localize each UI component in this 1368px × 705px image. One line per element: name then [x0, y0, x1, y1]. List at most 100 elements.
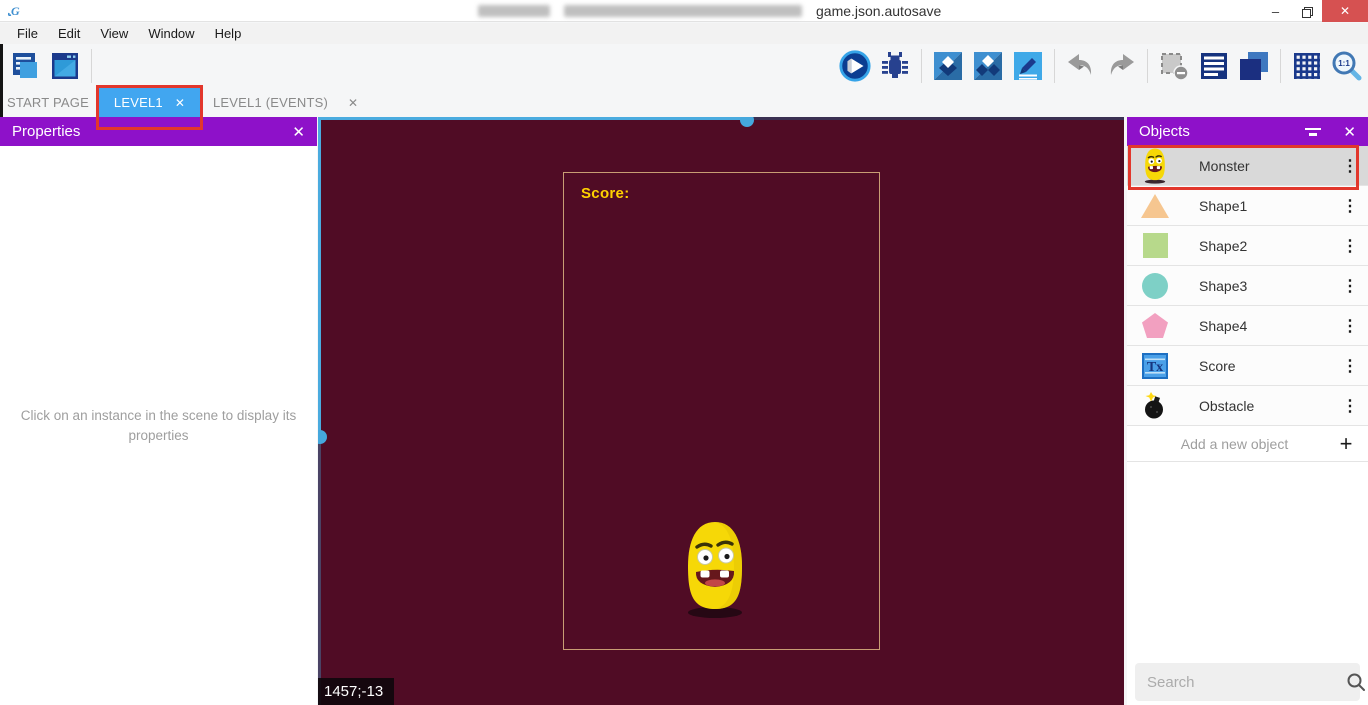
tab-level1-events[interactable]: LEVEL1 (EVENTS) ✕: [203, 88, 366, 117]
toolbar-separator: [921, 49, 922, 83]
bomb-icon: [1127, 392, 1183, 420]
tab-bar: START PAGE LEVEL1 ✕ LEVEL1 (EVENTS) ✕: [0, 88, 1368, 117]
toolbar-left: [0, 47, 95, 85]
restore-icon: [1302, 7, 1311, 16]
svg-text:1:1: 1:1: [1338, 59, 1350, 68]
redo-icon[interactable]: [1104, 47, 1138, 85]
object-name: Shape4: [1183, 318, 1332, 334]
grid-icon[interactable]: [1290, 47, 1324, 85]
object-row-shape1[interactable]: Shape1 ⋮: [1127, 186, 1368, 226]
more-options-icon[interactable]: ⋮: [1332, 156, 1368, 176]
minimize-button[interactable]: –: [1260, 0, 1291, 22]
properties-header: Properties ✕: [0, 117, 317, 146]
monster-thumbnail-icon: [1127, 148, 1183, 184]
deselect-all-icon[interactable]: [1157, 47, 1191, 85]
circle-shape-icon: [1127, 273, 1183, 299]
objects-close-icon[interactable]: ✕: [1343, 123, 1356, 141]
properties-panel: Properties ✕ Click on an instance in the…: [0, 117, 317, 705]
restore-button[interactable]: [1291, 0, 1322, 22]
more-options-icon[interactable]: ⋮: [1332, 196, 1368, 216]
pentagon-shape-icon: [1127, 312, 1183, 339]
objects-header: Objects ✕: [1127, 117, 1368, 146]
objects-title: Objects: [1139, 123, 1190, 140]
more-options-icon[interactable]: ⋮: [1332, 396, 1368, 416]
toolbar-separator: [91, 49, 92, 83]
objects-editor-icon[interactable]: [931, 47, 965, 85]
object-name: Shape3: [1183, 278, 1332, 294]
toolbar-separator: [1054, 49, 1055, 83]
add-new-object-row[interactable]: Add a new object +: [1127, 426, 1368, 462]
add-icon[interactable]: +: [1324, 431, 1368, 457]
debug-icon[interactable]: [878, 47, 912, 85]
properties-title: Properties: [12, 123, 80, 140]
text-object-icon: Tx: [1127, 353, 1183, 379]
object-name: Monster: [1183, 158, 1332, 174]
score-text-object[interactable]: Score:: [581, 185, 630, 202]
play-icon[interactable]: [838, 47, 872, 85]
search-icon[interactable]: [1346, 672, 1366, 692]
title-bar: G game.json.autosave – ✕: [0, 0, 1368, 22]
zoom-1-1-icon[interactable]: 1:1: [1330, 47, 1364, 85]
object-row-obstacle[interactable]: Obstacle ⋮: [1127, 386, 1368, 426]
window-title: game.json.autosave: [478, 0, 941, 22]
svg-text:G: G: [11, 4, 20, 18]
object-name: Obstacle: [1183, 398, 1332, 414]
tab-start-page[interactable]: START PAGE: [0, 88, 96, 117]
scrollbar-thumb[interactable]: [318, 117, 747, 120]
scene-vertical-scrollbar[interactable]: [318, 117, 321, 705]
instances-list-icon[interactable]: [1197, 47, 1231, 85]
scrollbar-handle[interactable]: [318, 430, 327, 444]
toolbar-separator: [1280, 49, 1281, 83]
menu-window[interactable]: Window: [139, 24, 203, 43]
object-name: Shape2: [1183, 238, 1332, 254]
object-row-score[interactable]: Tx Score ⋮: [1127, 346, 1368, 386]
objects-panel: Objects ✕: [1127, 117, 1368, 705]
undo-icon[interactable]: [1064, 47, 1098, 85]
objects-list: Monster ⋮ Shape1 ⋮ Shape2 ⋮ Shape3 ⋮: [1127, 146, 1368, 462]
edit-scene-properties-icon[interactable]: [1011, 47, 1045, 85]
gdevelop-window: G game.json.autosave – ✕ File Edit View …: [0, 0, 1368, 705]
object-row-shape4[interactable]: Shape4 ⋮: [1127, 306, 1368, 346]
scrollbar-handle[interactable]: [740, 117, 754, 127]
menu-help[interactable]: Help: [206, 24, 251, 43]
close-icon: ✕: [1340, 4, 1350, 18]
object-row-monster[interactable]: Monster ⋮: [1127, 146, 1368, 186]
layers-icon[interactable]: [1237, 47, 1271, 85]
properties-body: Click on an instance in the scene to dis…: [0, 146, 317, 705]
object-row-shape2[interactable]: Shape2 ⋮: [1127, 226, 1368, 266]
minimize-icon: –: [1272, 4, 1279, 19]
filter-icon[interactable]: [1305, 128, 1321, 136]
redacted-title-segment: [564, 5, 802, 17]
object-row-shape3[interactable]: Shape3 ⋮: [1127, 266, 1368, 306]
object-groups-icon[interactable]: [971, 47, 1005, 85]
scene-horizontal-scrollbar[interactable]: [318, 117, 1124, 120]
more-options-icon[interactable]: ⋮: [1332, 276, 1368, 296]
toolbar-separator: [1147, 49, 1148, 83]
redacted-title-segment: [478, 5, 550, 17]
tab-close-icon[interactable]: ✕: [348, 96, 358, 110]
tab-close-icon[interactable]: ✕: [175, 96, 185, 110]
close-button[interactable]: ✕: [1322, 0, 1368, 22]
menu-view[interactable]: View: [91, 24, 137, 43]
menu-file[interactable]: File: [8, 24, 47, 43]
add-new-object-label: Add a new object: [1127, 436, 1324, 452]
tab-level1[interactable]: LEVEL1 ✕: [96, 88, 203, 117]
properties-close-icon[interactable]: ✕: [292, 123, 305, 141]
tab-label: START PAGE: [7, 95, 89, 110]
start-page-window-icon[interactable]: [48, 47, 82, 85]
window-controls: – ✕: [1260, 0, 1368, 22]
more-options-icon[interactable]: ⋮: [1332, 356, 1368, 376]
scene-canvas[interactable]: Score:: [318, 117, 1124, 705]
object-name: Shape1: [1183, 198, 1332, 214]
toolbar: 1:1: [0, 44, 1368, 88]
scrollbar-thumb[interactable]: [318, 117, 321, 437]
svg-text:Tx: Tx: [1147, 360, 1163, 375]
menu-edit[interactable]: Edit: [49, 24, 89, 43]
more-options-icon[interactable]: ⋮: [1332, 316, 1368, 336]
properties-empty-message: Click on an instance in the scene to dis…: [9, 406, 309, 445]
monster-instance[interactable]: [682, 521, 748, 619]
project-manager-icon[interactable]: [8, 47, 42, 85]
tab-label: LEVEL1 (EVENTS): [213, 95, 328, 110]
search-input[interactable]: [1135, 674, 1346, 691]
more-options-icon[interactable]: ⋮: [1332, 236, 1368, 256]
